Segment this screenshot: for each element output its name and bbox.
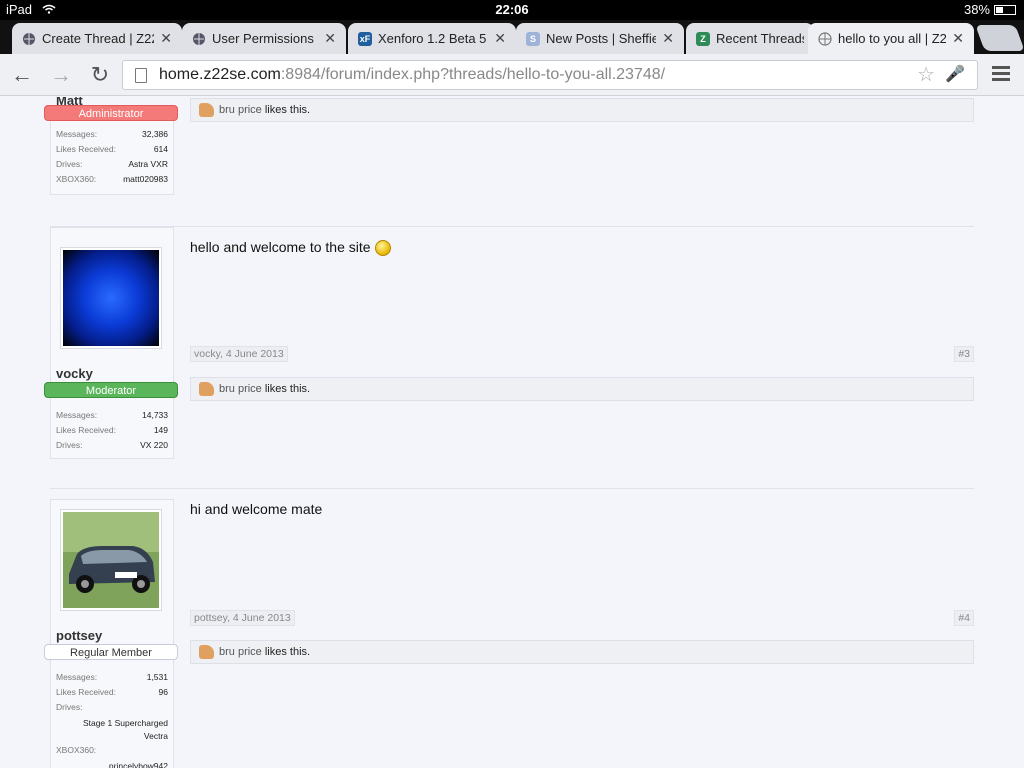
page-icon	[135, 68, 147, 83]
address-bar[interactable]: home.z22se.com:8984/forum/index.php?thre…	[122, 60, 978, 90]
message-text: hi and welcome mate	[190, 501, 323, 517]
username[interactable]: vocky	[56, 366, 93, 381]
globe-icon	[818, 31, 832, 46]
user-stats: Messages: 1,531 Likes Received: 96 Drives:…	[56, 672, 168, 768]
stat-row: Likes Received: 149	[56, 425, 168, 435]
thread-content: Matt Administrator Messages: 32,386 Likes…	[0, 97, 1024, 768]
post-number[interactable]: #4	[954, 610, 974, 626]
tab-recent-threads[interactable]: Z Recent Threads |	[686, 23, 814, 54]
post-author-date[interactable]: vocky, 4 June 2013	[190, 346, 288, 362]
liker-link[interactable]: bru price	[219, 646, 262, 658]
thumbs-up-icon	[199, 103, 214, 117]
browser-toolbar: ← → ↻ home.z22se.com:8984/forum/index.ph…	[0, 54, 1024, 96]
stat-row: Likes Received: 614	[56, 144, 168, 154]
tab-user-permissions[interactable]: User Permissions | A ✕	[182, 23, 346, 54]
likes-bar: bru price likes this.	[190, 98, 974, 122]
post-meta: vocky, 4 June 2013 #3	[190, 346, 974, 362]
stat-row: Likes Received: 96	[56, 687, 168, 697]
user-stats: Messages: 32,386 Likes Received: 614 Drive…	[56, 129, 168, 189]
tab-create-thread[interactable]: Create Thread | Z22S ✕	[12, 23, 182, 54]
url-path: :8984/forum/index.php?threads/hello-to-y…	[280, 66, 666, 83]
stat-row: Drives: VX 220	[56, 440, 168, 450]
reload-icon[interactable]: ↻	[87, 62, 113, 88]
url-host: home.z22se.com	[159, 66, 281, 83]
post-author-date[interactable]: pottsey, 4 June 2013	[190, 610, 295, 626]
smiley-icon	[374, 240, 391, 257]
ios-status-bar: iPad 22:06 38%	[0, 0, 1024, 20]
likes-bar: bru price likes this.	[190, 640, 974, 664]
stat-row: Drives:	[56, 702, 83, 712]
car-photo	[63, 512, 159, 608]
stat-row: Messages: 32,386	[56, 129, 168, 139]
bookmark-star-icon[interactable]: ☆	[917, 61, 935, 89]
stat-row: XBOX360: matt020983	[56, 174, 168, 184]
tab-xenforo[interactable]: xF Xenforo 1.2 Beta 5 D ✕	[348, 23, 516, 54]
clock: 22:06	[495, 2, 529, 17]
close-tab-icon[interactable]: ✕	[952, 30, 964, 47]
stat-row: XBOX360:	[56, 745, 97, 755]
role-badge: Administrator	[44, 105, 178, 121]
battery-status: 38%	[964, 2, 1016, 17]
thumbs-up-icon	[199, 382, 214, 396]
z22se-icon: Z	[696, 31, 710, 46]
stat-row: Messages: 1,531	[56, 672, 168, 682]
battery-percent: 38%	[963, 2, 990, 17]
menu-icon[interactable]	[992, 66, 1010, 84]
liker-link[interactable]: bru price	[219, 383, 262, 395]
tab-hello-to-you-all[interactable]: hello to you all | Z22S ✕	[808, 23, 974, 54]
user-stats: Messages: 14,733 Likes Received: 149 Drive…	[56, 410, 168, 455]
close-tab-icon[interactable]: ✕	[494, 30, 506, 47]
microphone-icon[interactable]: 🎤	[945, 61, 965, 89]
avatar[interactable]	[60, 509, 162, 611]
browser-tab-strip: Create Thread | Z22S ✕ User Permissions …	[0, 20, 1024, 54]
username[interactable]: pottsey	[56, 628, 102, 643]
close-tab-icon[interactable]: ✕	[324, 30, 336, 47]
close-tab-icon[interactable]: ✕	[160, 30, 172, 47]
liker-link[interactable]: bru price	[219, 104, 262, 116]
post-message: hi and welcome mate	[190, 501, 974, 517]
new-tab-button[interactable]	[975, 25, 1024, 51]
post-pottsey: pottsey Regular Member Messages: 1,531 Li…	[44, 488, 974, 768]
stat-row: Messages: 14,733	[56, 410, 168, 420]
stat-value-wrapped: Stage 1 Supercharged Vectra	[82, 718, 168, 741]
post-matt: Matt Administrator Messages: 32,386 Likes…	[44, 97, 974, 225]
battery-icon	[994, 4, 1016, 15]
role-badge: Regular Member	[44, 644, 178, 660]
thumbs-up-icon	[199, 645, 214, 659]
forward-arrow-icon[interactable]: →	[48, 62, 74, 88]
post-vocky: vocky Moderator Messages: 14,733 Likes Re…	[44, 226, 974, 488]
avatar[interactable]	[60, 247, 162, 349]
stat-row: Drives: Astra VXR	[56, 159, 168, 169]
globe-icon	[193, 32, 205, 45]
likes-bar: bru price likes this.	[190, 377, 974, 401]
xenforo-icon: xF	[358, 31, 372, 46]
close-tab-icon[interactable]: ✕	[662, 30, 674, 47]
post-meta: pottsey, 4 June 2013 #4	[190, 610, 974, 626]
post-message: hello and welcome to the site	[190, 239, 974, 257]
message-text: hello and welcome to the site	[190, 239, 974, 257]
stat-value-wrapped: princelybow942	[108, 761, 168, 768]
tab-new-posts[interactable]: S New Posts | Sheffield ✕	[516, 23, 684, 54]
globe-icon	[23, 32, 35, 45]
post-number[interactable]: #3	[954, 346, 974, 362]
role-badge: Moderator	[44, 382, 178, 398]
sheffield-icon: S	[526, 31, 540, 46]
back-arrow-icon[interactable]: ←	[9, 62, 35, 88]
